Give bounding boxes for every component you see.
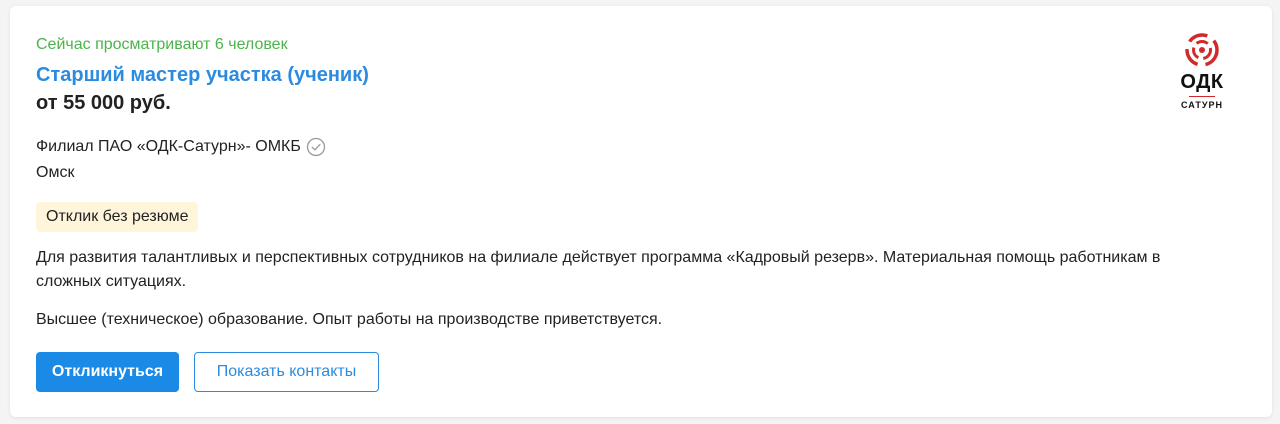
respond-button[interactable]: Откликнуться <box>36 352 179 392</box>
logo-main-text: ОДК <box>1180 71 1224 93</box>
logo-divider <box>1189 96 1215 97</box>
logo-sub-text: САТУРН <box>1181 100 1223 110</box>
salary-text: от 55 000 руб. <box>36 92 171 114</box>
check-circle-icon <box>306 137 326 157</box>
company-logo[interactable]: ОДК САТУРН <box>1170 32 1234 122</box>
vacancy-description: Для развития талантливых и перспективных… <box>36 249 1161 290</box>
city-text: Омск <box>36 164 75 181</box>
employer-row: Филиал ПАО «ОДК-Сатурн»- ОМКБ <box>36 136 326 158</box>
vacancy-title-link[interactable]: Старший мастер участка (ученик) <box>36 62 369 88</box>
vacancy-card: Сейчас просматривают 6 человек Старший м… <box>10 6 1272 417</box>
logo-emblem-icon <box>1185 33 1219 67</box>
no-resume-badge: Отклик без резюме <box>36 202 199 232</box>
vacancy-requirements: Высшее (техническое) образование. Опыт р… <box>36 311 663 328</box>
show-contacts-button[interactable]: Показать контакты <box>194 352 379 392</box>
employer-link[interactable]: Филиал ПАО «ОДК-Сатурн»- ОМКБ <box>36 136 301 158</box>
viewers-count-text: Сейчас просматривают 6 человек <box>36 36 288 53</box>
